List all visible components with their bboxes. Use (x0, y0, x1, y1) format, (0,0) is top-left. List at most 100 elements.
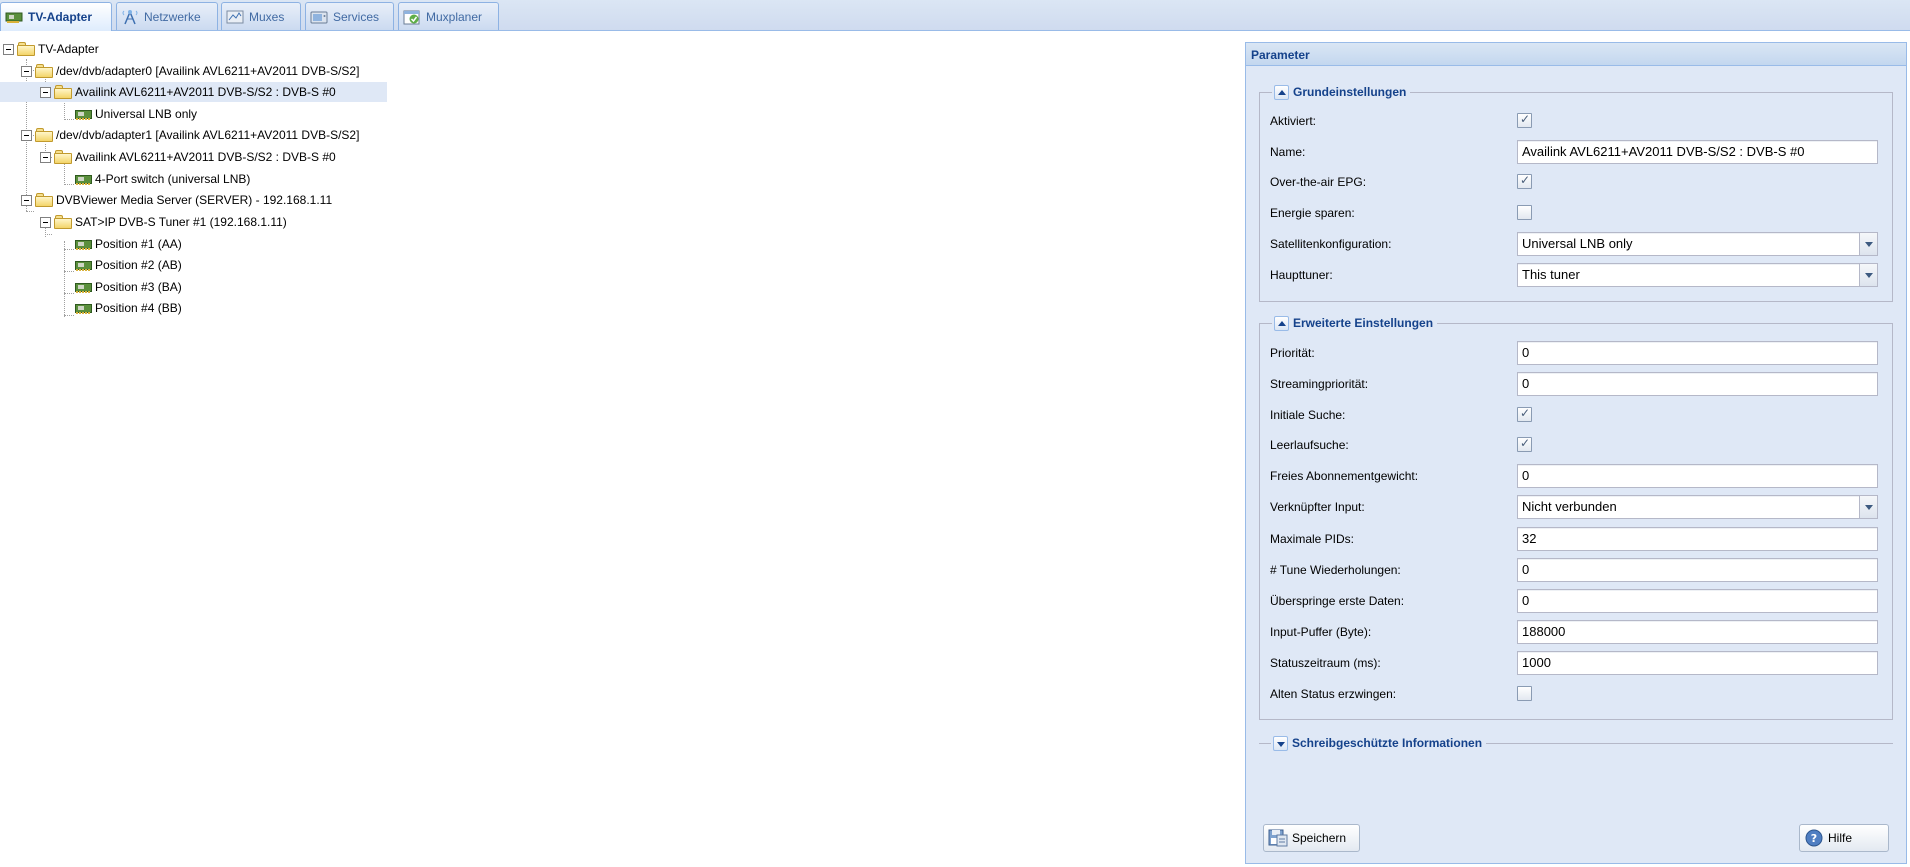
leerlaufsuche-checkbox[interactable] (1517, 436, 1532, 452)
collapse-icon[interactable] (21, 66, 32, 77)
field-label: Priorität: (1270, 346, 1315, 360)
collapse-icon[interactable] (40, 87, 51, 98)
field-row-alten-status: Alten Status erzwingen: (1270, 682, 1890, 706)
field-row-initiale-suche: Initiale Suche: (1270, 403, 1890, 427)
save-button[interactable]: Speichern (1263, 824, 1360, 852)
tab-services[interactable]: Services (305, 2, 394, 30)
energie-sparen-checkbox[interactable] (1517, 205, 1532, 220)
tuner-card-icon (75, 174, 92, 185)
tree-node[interactable]: /dev/dvb/adapter1 [Availink AVL6211+AV20… (0, 125, 1240, 145)
chevron-down-icon[interactable] (1859, 263, 1878, 287)
alten-status-checkbox[interactable] (1517, 686, 1532, 701)
field-row-prioritaet: Priorität: 0 (1270, 341, 1890, 365)
tree-node-label: SAT>IP DVB-S Tuner #1 (192.168.1.11) (75, 215, 287, 229)
prioritaet-input[interactable]: 0 (1517, 341, 1878, 365)
field-label: Maximale PIDs: (1270, 532, 1355, 546)
basic-settings-legend[interactable]: Grundeinstellungen (1272, 84, 1411, 100)
field-row-name: Name: Availink AVL6211+AV2011 DVB-S/S2 :… (1270, 140, 1890, 164)
collapse-up-icon[interactable] (1274, 315, 1289, 331)
collapse-up-icon[interactable] (1274, 84, 1289, 100)
tree-node[interactable]: Position #2 (AB) (0, 255, 1240, 275)
collapse-icon[interactable] (3, 44, 14, 55)
field-label: Input-Puffer (Byte): (1270, 625, 1372, 639)
tree-node[interactable]: 4-Port switch (universal LNB) (0, 169, 1240, 189)
folder-icon (35, 128, 53, 142)
initiale-suche-checkbox[interactable] (1517, 406, 1532, 422)
tree-node[interactable]: SAT>IP DVB-S Tuner #1 (192.168.1.11) (0, 212, 1240, 232)
legend-label: Schreibgeschützte Informationen (1292, 736, 1483, 750)
tab-label: TV-Adapter (28, 10, 93, 24)
collapse-icon[interactable] (21, 195, 32, 206)
tuner-card-icon (75, 303, 92, 314)
save-icon (1268, 829, 1288, 847)
field-label: Streamingpriorität: (1270, 377, 1369, 391)
help-button-label: Hilfe (1828, 831, 1853, 845)
tuner-card-icon (75, 109, 92, 120)
tab-tv-adapter[interactable]: TV-Adapter (0, 2, 112, 31)
tree-node[interactable]: TV-Adapter (0, 39, 1240, 59)
field-label: Over-the-air EPG: (1270, 175, 1367, 189)
tuner-card-icon (75, 260, 92, 271)
tune-wiederholungen-input[interactable]: 0 (1517, 558, 1878, 582)
ueberspringe-daten-input[interactable]: 0 (1517, 589, 1878, 613)
aktiviert-checkbox[interactable] (1517, 112, 1532, 128)
maximale-pids-input[interactable]: 32 (1517, 527, 1878, 551)
panel-title: Parameter (1246, 43, 1906, 66)
haupttuner-select[interactable]: This tuner (1517, 263, 1860, 287)
name-input[interactable]: Availink AVL6211+AV2011 DVB-S/S2 : DVB-S… (1517, 140, 1878, 164)
tab-bar: TV-Adapter Netzwerke Muxes Services Muxp… (0, 0, 1910, 31)
chevron-down-icon[interactable] (1859, 495, 1878, 519)
folder-icon (54, 85, 72, 99)
collapse-icon[interactable] (40, 152, 51, 163)
streamingprioritaet-input[interactable]: 0 (1517, 372, 1878, 396)
services-icon (310, 9, 328, 25)
readonly-info-legend[interactable]: Schreibgeschützte Informationen (1271, 735, 1487, 751)
abonnementgewicht-input[interactable]: 0 (1517, 464, 1878, 488)
tree-node-label: /dev/dvb/adapter0 [Availink AVL6211+AV20… (56, 64, 360, 78)
readonly-info-fieldset: Schreibgeschützte Informationen (1259, 735, 1893, 751)
field-row-tune-wiederholungen: # Tune Wiederholungen: 0 (1270, 558, 1890, 582)
tab-label: Netzwerke (144, 9, 201, 24)
statuszeitraum-input[interactable]: 1000 (1517, 651, 1878, 675)
expand-down-icon[interactable] (1273, 735, 1288, 751)
antenna-icon (121, 9, 139, 25)
tree-node-label: 4-Port switch (universal LNB) (95, 172, 251, 186)
collapse-icon[interactable] (21, 130, 32, 141)
field-row-aktiviert: Aktiviert: (1270, 109, 1890, 133)
tree-node[interactable]: Position #1 (AA) (0, 234, 1240, 254)
help-button[interactable]: ? Hilfe (1799, 824, 1889, 852)
input-puffer-input[interactable]: 188000 (1517, 620, 1878, 644)
tree-node[interactable]: /dev/dvb/adapter0 [Availink AVL6211+AV20… (0, 61, 1240, 81)
tree-node[interactable]: Position #3 (BA) (0, 277, 1240, 297)
tree-node-label: Position #3 (BA) (95, 280, 182, 294)
field-label: Energie sparen: (1270, 206, 1355, 220)
satellitenkonfiguration-select[interactable]: Universal LNB only (1517, 232, 1860, 256)
folder-icon (35, 64, 53, 78)
tree-node[interactable]: DVBViewer Media Server (SERVER) - 192.16… (0, 190, 1240, 210)
tab-muxes[interactable]: Muxes (221, 2, 301, 30)
tree-node[interactable]: Position #4 (BB) (0, 298, 1240, 318)
field-label: Satellitenkonfiguration: (1270, 237, 1392, 251)
field-row-haupttuner: Haupttuner: This tuner (1270, 263, 1890, 287)
folder-icon (54, 215, 72, 229)
epg-checkbox[interactable] (1517, 173, 1532, 189)
field-label: Initiale Suche: (1270, 408, 1346, 422)
advanced-settings-legend[interactable]: Erweiterte Einstellungen (1272, 315, 1438, 331)
tree-node-label: TV-Adapter (38, 42, 99, 56)
field-label: Alten Status erzwingen: (1270, 687, 1397, 701)
tree-node-label: Position #2 (AB) (95, 258, 182, 272)
field-label: Statuszeitraum (ms): (1270, 656, 1381, 670)
tab-muxplaner[interactable]: Muxplaner (398, 2, 499, 30)
tv-card-icon (5, 9, 23, 25)
tab-label: Muxes (249, 9, 285, 24)
collapse-icon[interactable] (40, 217, 51, 228)
field-row-abogewicht: Freies Abonnementgewicht: 0 (1270, 464, 1890, 488)
tree-node[interactable]: Universal LNB only (0, 104, 1240, 124)
verknuepfter-input-select[interactable]: Nicht verbunden (1517, 495, 1860, 519)
tab-netzwerke[interactable]: Netzwerke (116, 2, 218, 30)
tree-node-label: /dev/dvb/adapter1 [Availink AVL6211+AV20… (56, 128, 360, 142)
tree-node[interactable]: Availink AVL6211+AV2011 DVB-S/S2 : DVB-S… (0, 147, 1240, 167)
folder-icon (17, 42, 35, 56)
tree-node-selected[interactable]: Availink AVL6211+AV2011 DVB-S/S2 : DVB-S… (0, 82, 387, 102)
chevron-down-icon[interactable] (1859, 232, 1878, 256)
